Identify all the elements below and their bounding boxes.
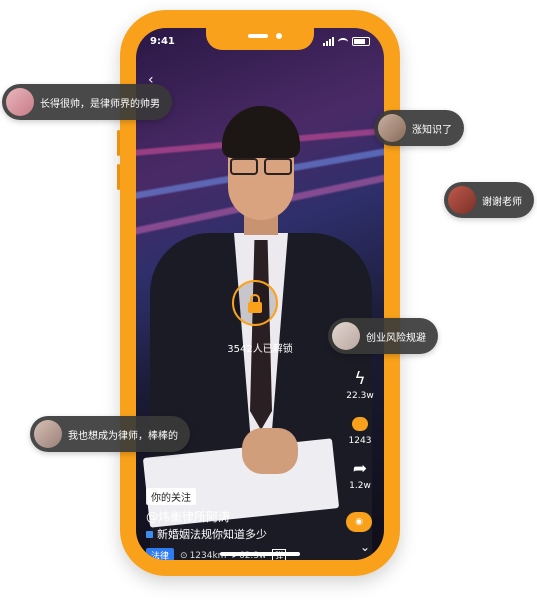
unlock-count: 3542人已解锁: [227, 344, 293, 355]
home-indicator[interactable]: [220, 552, 300, 556]
wifi-icon: [338, 37, 348, 46]
volume-button: [117, 130, 120, 156]
chat-icon: ◉: [355, 517, 363, 527]
share-action[interactable]: ➦ 1.2w: [349, 458, 371, 491]
comment-icon: [349, 413, 371, 435]
hair: [222, 106, 300, 158]
glasses: [230, 158, 292, 175]
volume-button-2: [117, 164, 120, 190]
comment-text: 谢谢老师: [482, 196, 522, 208]
video-title: 新婚姻法规你知道多少: [146, 526, 267, 542]
avatar: [448, 186, 476, 214]
location-icon: ⊙: [180, 550, 188, 561]
notch: [206, 28, 314, 50]
battery-icon: [352, 37, 370, 46]
live-chat-button[interactable]: ◉: [346, 512, 372, 532]
comment-chip[interactable]: 我也想成为律师，棒棒的: [30, 416, 190, 452]
comment-chip[interactable]: 涨知识了: [374, 110, 464, 146]
follow-tag[interactable]: 你的关注: [146, 488, 196, 505]
comment-action[interactable]: 1243: [348, 413, 372, 446]
comment-count: 1243: [348, 436, 372, 446]
status-time: 9:41: [150, 36, 175, 47]
avatar: [378, 114, 406, 142]
lightning-icon: ϟ: [354, 369, 366, 389]
lock-button[interactable]: [232, 280, 278, 326]
status-icons: [323, 37, 370, 46]
share-icon: ➦: [352, 459, 368, 479]
author-name[interactable]: @炜衡律所阿涛: [146, 508, 230, 525]
signal-icon: [323, 37, 334, 46]
title-marker-icon: [146, 530, 153, 538]
avatar: [34, 420, 62, 448]
category-tag[interactable]: 法律: [146, 548, 175, 560]
comment-text: 创业风险规避: [366, 332, 426, 344]
chevron-down-icon[interactable]: ⌄: [360, 540, 370, 554]
comment-chip[interactable]: 创业风险规避: [328, 318, 438, 354]
comment-chip[interactable]: 谢谢老师: [444, 182, 534, 218]
comment-chip[interactable]: 长得很帅，是律师界的帅男: [2, 84, 172, 120]
avatar: [332, 322, 360, 350]
comment-text: 我也想成为律师，棒棒的: [68, 430, 178, 442]
video-screen[interactable]: 9:41 ‹ 3542人已解锁 ϟ 22.3w 1243 ➦ 1.2w 你的关注…: [136, 28, 384, 560]
like-count: 22.3w: [346, 391, 374, 401]
hand: [242, 428, 298, 474]
comment-text: 长得很帅，是律师界的帅男: [40, 98, 160, 110]
share-count: 1.2w: [349, 481, 371, 491]
action-bar: ϟ 22.3w 1243 ➦ 1.2w: [342, 368, 378, 503]
video-title-text: 新婚姻法规你知道多少: [157, 528, 267, 541]
like-action[interactable]: ϟ 22.3w: [346, 368, 373, 401]
comment-text: 涨知识了: [412, 124, 452, 136]
avatar: [6, 88, 34, 116]
